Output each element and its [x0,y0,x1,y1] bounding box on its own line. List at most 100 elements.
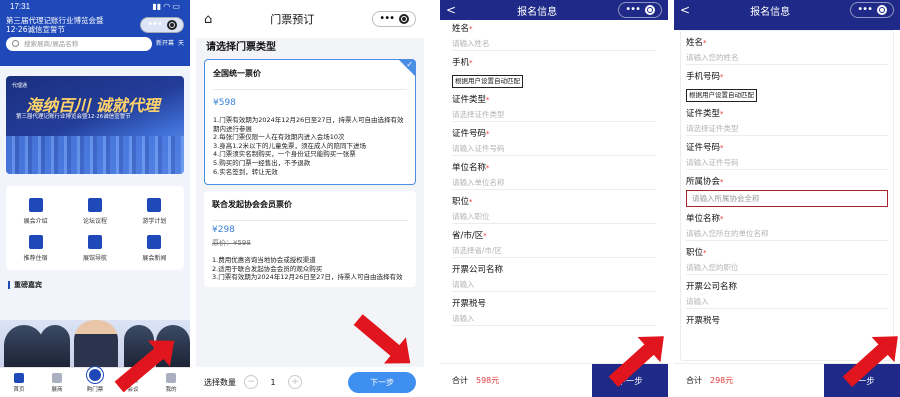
tax-number-field[interactable]: 请输入 [452,312,656,326]
ticket-description: 1.门票有效期为2024年12月26日至27日，持票人可自由选择有效期内进行参展… [213,116,404,176]
field-label-phone: 手机号码 [686,72,721,82]
more-icon[interactable]: ••• [625,5,641,15]
company-field[interactable]: 请输入您所在的单位名称 [686,227,888,241]
tab-buy-ticket[interactable]: 购门票 [76,366,114,397]
ticket-icon [87,366,103,383]
id-number-field[interactable]: 请输入证件号码 [686,156,888,170]
more-icon[interactable]: ••• [147,20,163,30]
back-icon[interactable]: < [446,3,456,17]
phone-field[interactable]: 根据用户设置自动匹配 [452,75,523,88]
page-title: 门票预订 [270,13,315,26]
id-number-field[interactable]: 请输入证件号码 [452,142,656,156]
tab-home[interactable]: 首页 [0,368,38,397]
id-type-select[interactable]: 请选择证件类型 [452,108,656,122]
grid-item-intro[interactable]: 展会介绍 [6,198,65,225]
ticket-price: ¥298 [212,225,235,236]
original-price: 原价：¥598 [212,239,251,248]
ticket-screen: ⌂ 门票预订 ••• 请选择门票类型 ✓ 全国统一票价 ¥598 1.门票有效期… [196,0,424,397]
more-icon[interactable]: ••• [379,14,395,24]
globe-icon [147,235,162,249]
field-label-id-number: 证件号码 [452,129,487,139]
guest-photo [4,325,44,367]
invoice-company-field[interactable]: 请输入 [686,295,888,309]
red-arrow-annotation [353,314,403,359]
home-icon [14,372,24,383]
registration-screen-member: < 报名信息 ••• 姓名* 请输入您的姓名 手机号码* 根据用户设置自动匹配 … [674,0,900,397]
field-label-name: 姓名 [452,24,470,34]
phone-field[interactable]: 根据用户设置自动匹配 [686,89,757,102]
name-field[interactable]: 请输入您的姓名 [686,51,888,65]
grid-item-hotel[interactable]: 推荐住宿 [6,235,65,262]
grid-item-navigation[interactable]: 展馆导航 [65,235,124,262]
ticket-name: 联合发起协会会员票价 [212,200,292,210]
grid-item-agenda[interactable]: 论坛议程 [65,198,124,225]
field-label-name: 姓名 [686,38,704,48]
museum-icon [87,235,102,249]
home-icon[interactable]: ⌂ [204,12,212,27]
association-field[interactable]: 请输入所属协会全称 [686,190,888,207]
search-input[interactable]: 搜索展商/展品名称 [6,37,152,51]
quantity-plus-button[interactable]: + [288,375,302,389]
grid-item-news[interactable]: 展会新闻 [125,235,184,262]
close-icon[interactable] [644,5,655,15]
total-label: 合计 [452,376,468,385]
app-title: 第三届代理记账行业博览会暨 12·26诚信宣誓节 [6,16,104,34]
countdown-badge: 新开幕 [155,40,174,47]
field-label-tax-number: 开票税号 [452,299,487,309]
banner-subtitle: 第三届代理记账行业博览会暨12·26诚信宣誓节 [16,114,131,120]
back-icon[interactable]: < [680,3,690,17]
grid-item-study[interactable]: 游学计划 [125,198,184,225]
registration-form: 姓名* 请输入您的姓名 手机号码* 根据用户设置自动匹配 证件类型* 请选择证件… [674,36,900,326]
next-button[interactable]: 下一步 [348,371,416,393]
field-label-position: 职位 [452,197,470,207]
profile-icon [166,372,176,383]
guest-photo [74,320,118,367]
ticket-nav-bar: ⌂ 门票预订 ••• [196,0,424,38]
field-label-association: 所属协会 [686,177,721,187]
registration-form: 姓名* 请输入姓名 手机* 根据用户设置自动匹配 证件类型* 请选择证件类型 证… [440,22,668,326]
position-field[interactable]: 请输入职位 [452,210,656,224]
name-field[interactable]: 请输入姓名 [452,37,656,51]
home-header: 17:31 ▮▮ ◠ ▭ 第三届代理记账行业博览会暨 12·26诚信宣誓节 ••… [0,0,190,66]
graduation-cap-icon [147,198,162,212]
building-icon [28,198,43,212]
signal-icon: ▮▮ ◠ ▭ [152,1,180,11]
miniprogram-capsule[interactable]: ••• [140,17,184,33]
more-icon[interactable]: ••• [857,5,873,15]
field-label-id-type: 证件类型 [452,95,487,105]
close-icon[interactable] [876,5,887,15]
ticket-description: 1.费用优惠咨询当地协会或授权渠道 2.适用于联合发起协会会员的观众购买 3.门… [212,256,403,282]
region-select[interactable]: 请选择省/市/区 [452,244,656,258]
form-header: < 报名信息 ••• [674,0,900,20]
position-field[interactable]: 请输入您的职位 [686,261,888,275]
miniprogram-capsule[interactable]: ••• [618,2,662,18]
search-icon [12,40,19,47]
home-screen: 17:31 ▮▮ ◠ ▭ 第三届代理记账行业博览会暨 12·26诚信宣誓节 ••… [0,0,190,397]
page-title: 报名信息 [517,6,558,18]
miniprogram-capsule[interactable]: ••• [850,2,894,18]
form-header: < 报名信息 ••• [440,0,668,20]
invoice-company-field[interactable]: 请输入 [452,278,656,292]
id-type-select[interactable]: 请选择证件类型 [686,122,888,136]
close-icon[interactable] [167,20,177,30]
banner[interactable]: 代理通 海纳百川 诚就代理 第三届代理记账行业博览会暨12·26诚信宣誓节 [6,76,184,174]
company-field[interactable]: 请输入单位名称 [452,176,656,190]
total-amount: 598元 [476,376,500,385]
ticket-card-standard[interactable]: ✓ 全国统一票价 ¥598 1.门票有效期为2024年12月26日至27日，持票… [204,59,416,186]
banner-logo: 代理通 [12,83,28,89]
tab-profile[interactable]: 我的 [152,368,190,397]
quantity-minus-button[interactable]: − [244,375,258,389]
tab-exhibitors[interactable]: 展商 [38,368,76,397]
guest-photo [40,325,70,367]
field-label-company: 单位名称 [686,214,721,224]
field-label-id-number: 证件号码 [686,143,721,153]
close-icon[interactable] [399,14,409,24]
miniprogram-capsule[interactable]: ••• [372,11,416,27]
ticket-card-member[interactable]: 联合发起协会会员票价 ¥298 原价：¥598 1.费用优惠咨询当地协会或授权渠… [204,191,416,288]
calendar-icon [87,198,102,212]
quantity-label: 选择数量 [204,377,236,387]
field-label-id-type: 证件类型 [686,109,721,119]
field-label-region: 省/市/区 [452,231,484,241]
total-label: 合计 [686,376,702,385]
quantity-value: 1 [270,377,276,387]
